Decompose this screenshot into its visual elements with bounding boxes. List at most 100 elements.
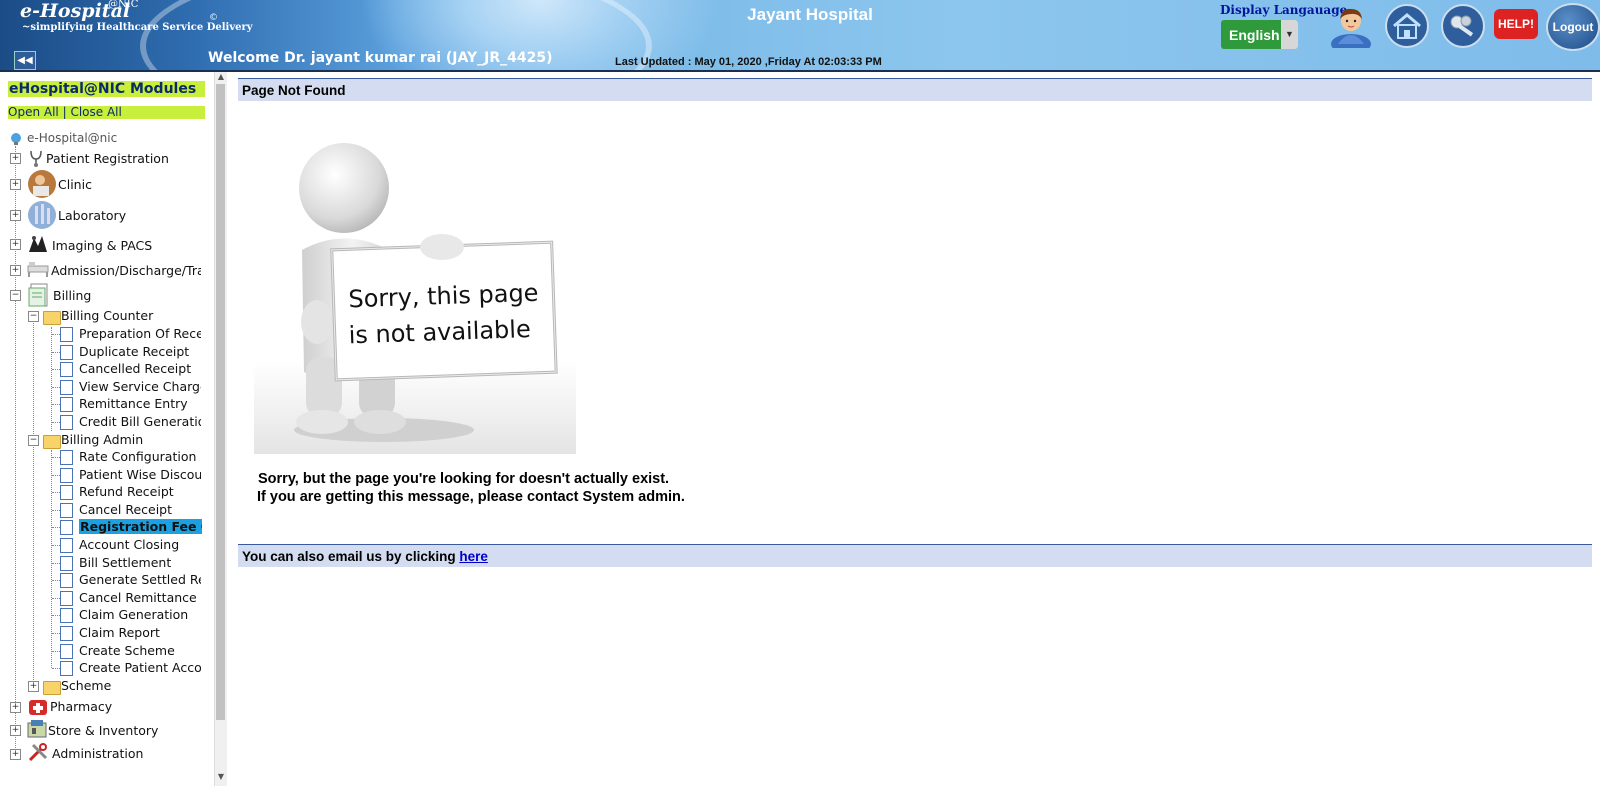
main-content: Page Not Found Sorry, this page is not a… [228,72,1600,786]
hospital-name: Jayant Hospital [747,5,873,24]
tree-guide [52,386,60,388]
document-icon [60,643,73,659]
billing-admin-folder[interactable]: Billing Admin [61,432,143,447]
tree-guide [52,615,60,617]
billing-admin-item[interactable]: Generate Settled Rec [79,572,201,587]
document-icon [60,327,73,342]
modules-sidebar: eHospital@NIC Modules Open All | Close A… [0,72,215,786]
scroll-down-icon[interactable]: ▼ [215,772,227,784]
expand-toggle[interactable]: + [28,681,39,692]
tree-guide [52,650,60,652]
tree-guide [52,509,60,511]
scrollbar-thumb[interactable] [216,84,225,720]
close-all-link[interactable]: Close All [70,105,121,119]
page-title-bar: Page Not Found [238,78,1592,101]
language-value: English [1229,27,1280,43]
tree-guide [52,492,60,494]
billing-admin-item[interactable]: Refund Receipt [79,484,201,499]
expand-toggle[interactable]: + [10,749,21,760]
billing-admin-item[interactable]: Cancel Receipt [79,502,201,517]
billing-admin-item[interactable]: Claim Generation [79,607,201,622]
expand-toggle[interactable]: + [10,239,21,250]
billing-admin-item[interactable]: Registration Fee Ca [79,519,202,535]
billing-admin-item[interactable]: Account Closing [79,537,201,552]
module-clinic[interactable]: Clinic [58,177,92,192]
not-found-illustration: Sorry, this page is not available [254,143,576,454]
tree-guide [52,527,60,529]
billing-admin-item[interactable]: Claim Report [79,625,201,640]
billing-counter-item[interactable]: Duplicate Receipt [79,344,201,359]
document-icon [60,608,73,624]
module-billing[interactable]: Billing [53,288,91,303]
collapse-toggle[interactable]: − [28,435,39,446]
doctor-icon [28,170,56,198]
sidebar-scrollbar[interactable]: ▲ ▼ [214,72,227,786]
billing-counter-folder[interactable]: Billing Counter [61,308,153,323]
expand-toggle[interactable]: + [10,179,21,190]
error-message-line1: Sorry, but the page you're looking for d… [258,471,670,487]
billing-counter-item[interactable]: Cancelled Receipt [79,361,201,376]
billing-admin-item[interactable]: Patient Wise Discount [79,467,201,482]
tree-guide [52,597,60,599]
help-button[interactable]: HELP! [1494,9,1538,39]
collapse-sidebar-button[interactable]: ◀◀ [14,51,36,70]
expand-toggle[interactable]: + [10,265,21,276]
user-profile-icon[interactable] [1326,4,1376,48]
keys-icon[interactable] [1438,4,1488,48]
scheme-folder[interactable]: Scheme [61,678,111,693]
module-store-inventory[interactable]: Store & Inventory [48,723,158,738]
module-admission[interactable]: Admission/Discharge/Transfer [51,263,201,278]
document-icon [60,573,73,589]
brand-tagline: ~simplifying Healthcare Service Delivery [22,22,253,33]
modules-title-text: eHospital@NIC Modules [9,81,197,97]
tree-root[interactable]: e-Hospital@nic [27,131,117,145]
globe-icon [11,133,21,145]
tools-icon [28,743,48,762]
billing-admin-item[interactable]: Rate Configuration of [79,449,201,464]
double-chevron-left-icon: ◀◀ [17,55,33,66]
expand-toggle[interactable]: + [10,153,21,164]
billing-admin-item[interactable]: Create Scheme [79,643,201,658]
error-message-line2: If you are getting this message, please … [257,489,685,505]
module-imaging-pacs[interactable]: Imaging & PACS [52,238,152,253]
billing-admin-item[interactable]: Cancel Remittance [79,590,201,605]
home-icon[interactable] [1382,4,1432,48]
tree-guide [52,457,60,458]
module-laboratory[interactable]: Laboratory [58,208,126,223]
module-administration[interactable]: Administration [52,746,143,761]
expand-toggle[interactable]: + [10,702,21,713]
open-all-link[interactable]: Open All [8,105,59,119]
billing-counter-item[interactable]: View Service Charge [79,379,201,394]
expand-toggle[interactable]: + [10,725,21,736]
tree-guide [52,404,60,406]
page-title: Page Not Found [242,83,346,98]
open-close-separator: | [62,105,67,119]
expand-toggle[interactable]: + [10,210,21,221]
language-select[interactable]: English ▼ [1221,20,1298,49]
pharmacy-icon [29,700,47,715]
scroll-up-icon[interactable]: ▲ [215,72,227,84]
module-pharmacy[interactable]: Pharmacy [50,699,112,714]
module-patient-registration[interactable]: Patient Registration [46,151,169,166]
logout-button[interactable]: Logout [1546,3,1600,51]
tree-guide [52,351,60,353]
tree-guide [51,450,52,668]
folder-icon [43,681,61,695]
billing-admin-item[interactable]: Create Patient Accoun [79,660,201,675]
billing-counter-item[interactable]: Remittance Entry [79,396,201,411]
modules-title: eHospital@NIC Modules [8,81,205,97]
xray-icon [29,236,47,252]
billing-counter-item[interactable]: Credit Bill Generation [79,414,201,429]
document-icon [60,520,73,536]
document-icon [60,397,73,413]
collapse-toggle[interactable]: − [10,290,21,301]
billing-admin-item[interactable]: Bill Settlement [79,555,201,570]
tree-guide [52,580,60,582]
collapse-toggle[interactable]: − [28,311,39,322]
billing-icon [28,283,48,307]
email-link[interactable]: here [459,549,488,564]
tree-guide [51,327,52,431]
billing-counter-item[interactable]: Preparation Of Receipt [79,326,201,341]
folder-open-icon [43,435,61,449]
document-icon [60,415,73,430]
